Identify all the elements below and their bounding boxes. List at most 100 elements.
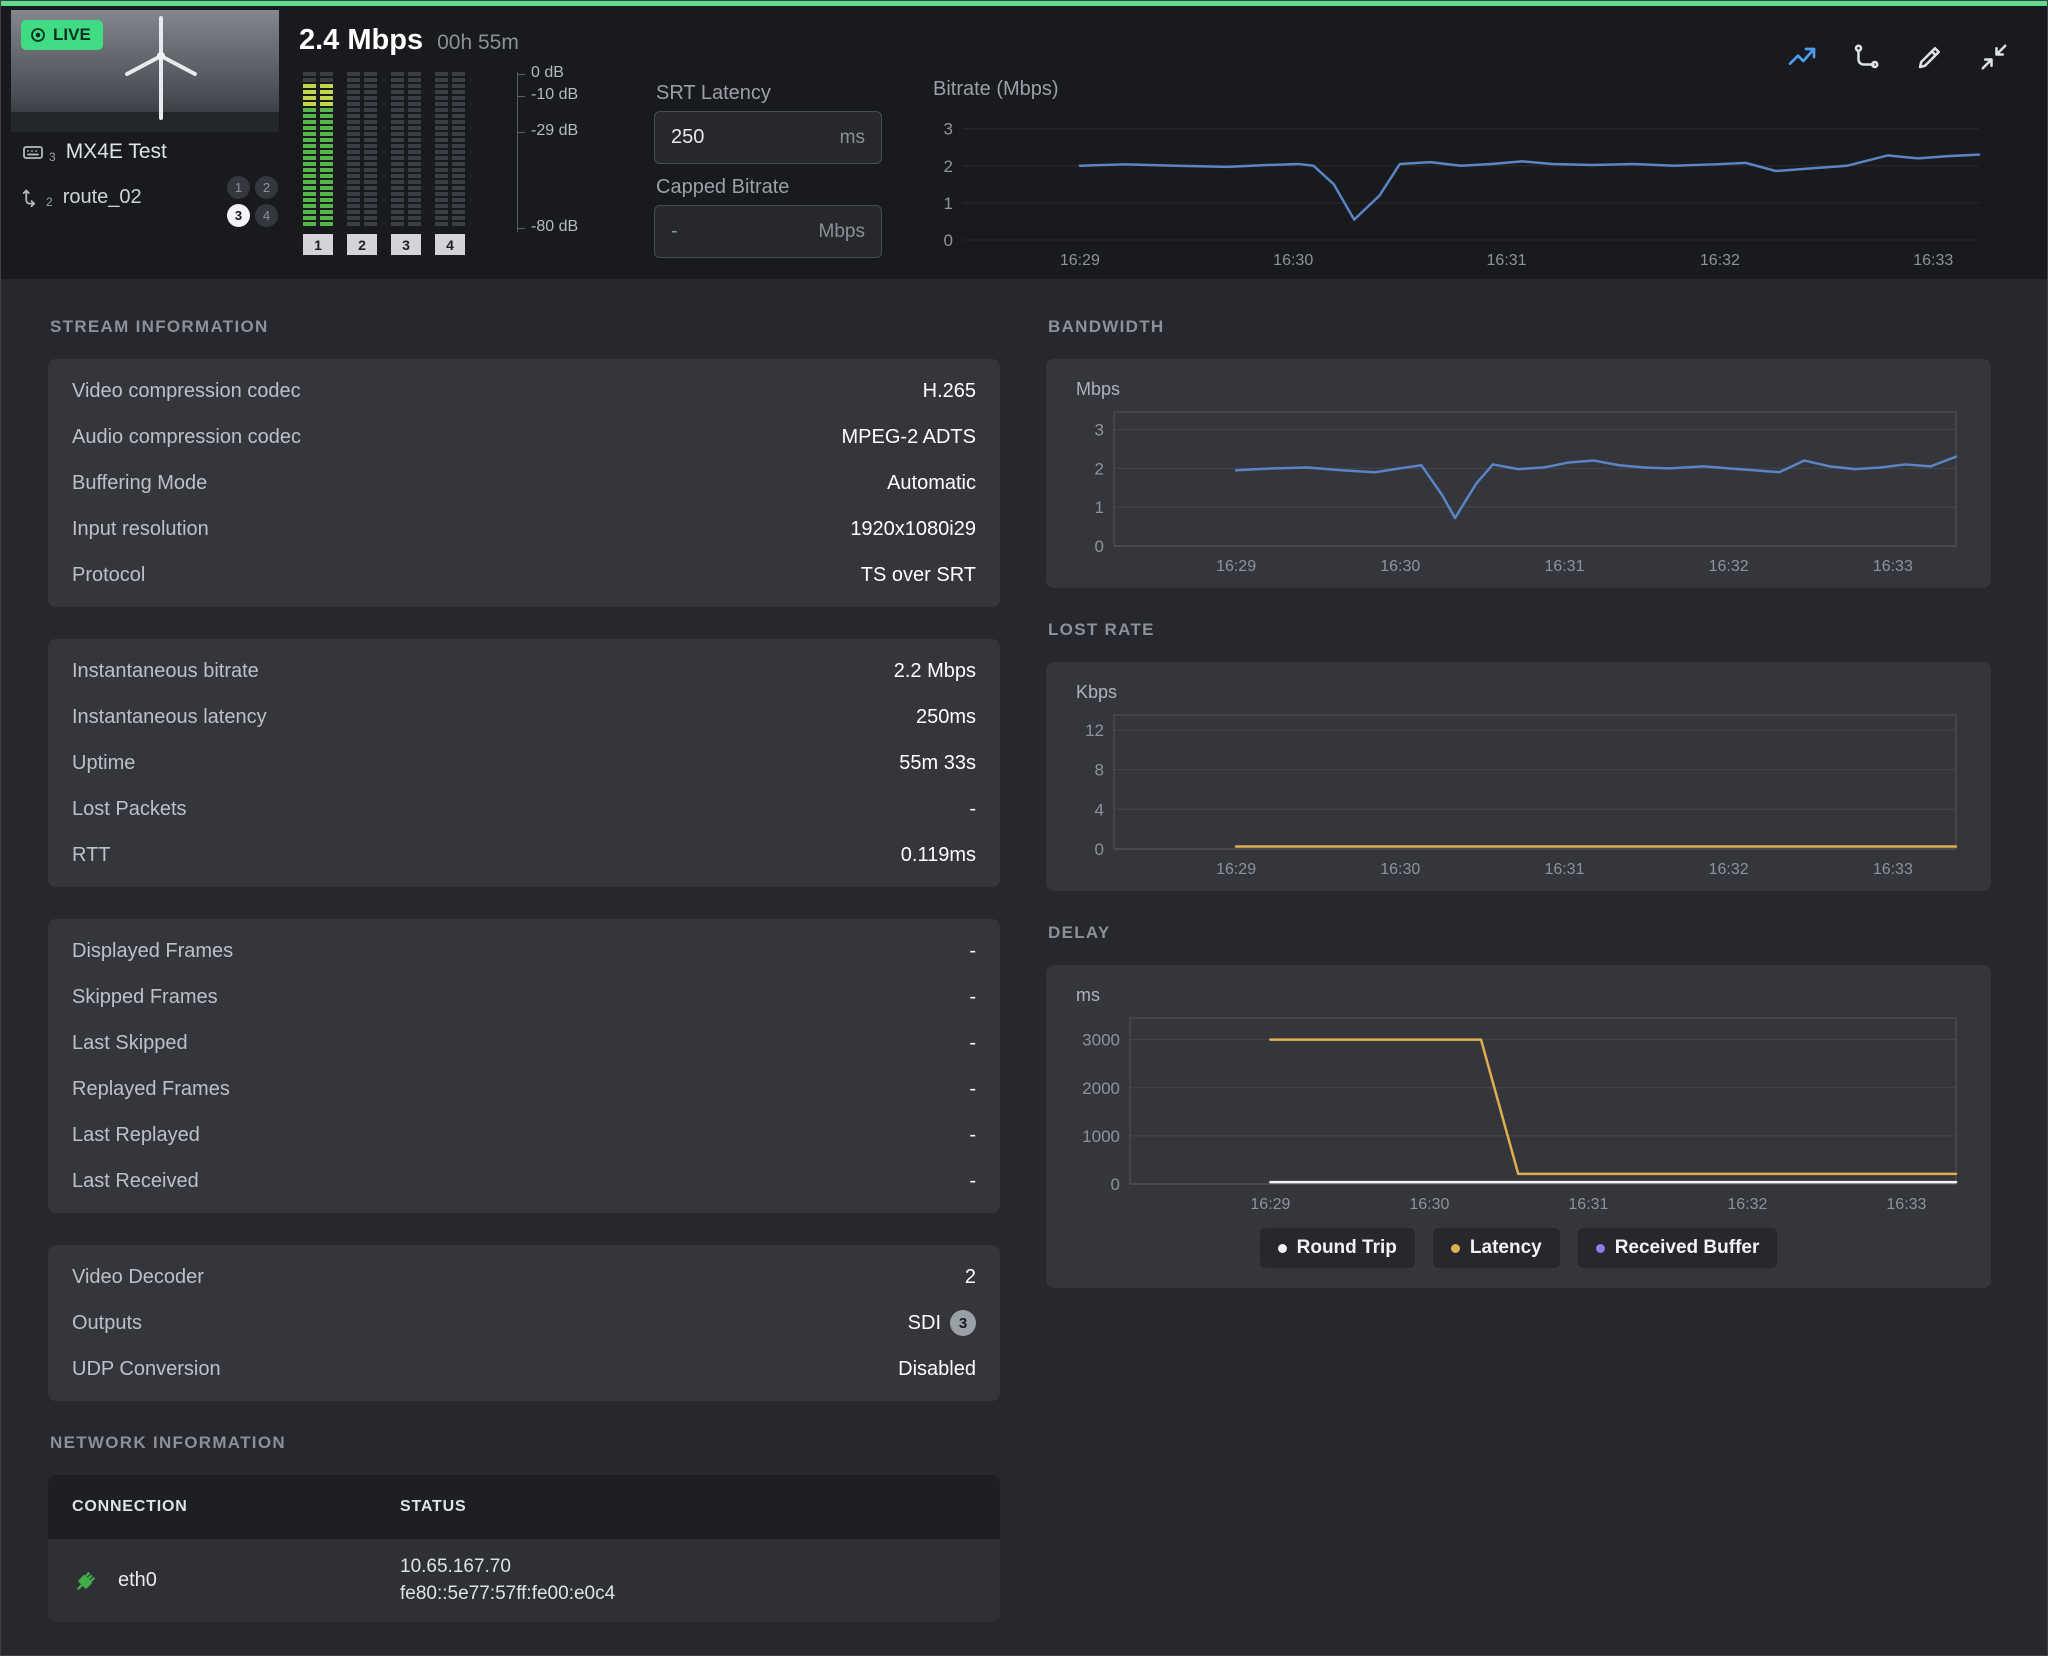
- svg-text:16:30: 16:30: [1380, 861, 1420, 878]
- meter-channel-tab-2[interactable]: 2: [347, 234, 377, 255]
- stream-info-codec-card: Video compression codec H.265 Audio comp…: [48, 359, 1000, 607]
- db-label-0: 0 dB: [531, 64, 564, 82]
- svg-text:12: 12: [1085, 721, 1104, 740]
- route-badge-4[interactable]: 4: [255, 204, 278, 227]
- info-row: Replayed Frames -: [72, 1066, 976, 1112]
- info-label: Protocol: [72, 564, 145, 587]
- info-label: Buffering Mode: [72, 472, 207, 495]
- meter-bar: [320, 68, 333, 226]
- route-badge-2[interactable]: 2: [255, 176, 278, 199]
- svg-text:3000: 3000: [1082, 1031, 1120, 1050]
- meter-channel-tab-4[interactable]: 4: [435, 234, 465, 255]
- db-tick-0: [517, 74, 525, 75]
- info-label: Input resolution: [72, 518, 209, 541]
- route-icon: [21, 187, 42, 208]
- info-row: Audio compression codec MPEG-2 ADTS: [72, 414, 976, 460]
- route-output-badges: 1 2 3 4: [227, 176, 278, 227]
- svg-text:16:32: 16:32: [1709, 861, 1749, 878]
- statistics-chart-button[interactable]: [1785, 40, 1819, 74]
- info-value: -: [969, 1124, 976, 1147]
- decoder-icon: [21, 140, 45, 164]
- lost-rate-chart: 0481216:2916:3016:3116:3216:33: [1068, 707, 1968, 883]
- info-row: Instantaneous bitrate 2.2 Mbps: [72, 648, 976, 694]
- route-row[interactable]: 2 route_02: [21, 186, 142, 209]
- info-row: Lost Packets -: [72, 786, 976, 832]
- collapse-icon: [1979, 42, 2009, 72]
- svg-text:3: 3: [1095, 420, 1104, 439]
- lost-rate-card: Kbps 0481216:2916:3016:3116:3216:33: [1046, 662, 1991, 891]
- live-broadcast-icon: [29, 26, 47, 44]
- meter-channel-tab-3[interactable]: 3: [391, 234, 421, 255]
- source-row[interactable]: 3 MX4E Test: [21, 140, 167, 164]
- legend-round-trip[interactable]: Round Trip: [1260, 1228, 1415, 1268]
- meter-bar: [303, 68, 316, 226]
- collapse-button[interactable]: [1977, 40, 2011, 74]
- info-label: Last Skipped: [72, 1032, 188, 1055]
- live-badge: LIVE: [21, 20, 103, 50]
- svg-text:16:29: 16:29: [1250, 1196, 1290, 1213]
- srt-latency-input[interactable]: 250 ms: [654, 111, 882, 164]
- info-row: Protocol TS over SRT: [72, 552, 976, 598]
- info-label: RTT: [72, 844, 111, 867]
- meter-bar: [347, 68, 360, 226]
- capped-bitrate-value: -: [671, 220, 678, 243]
- info-value: 1920x1080i29: [850, 518, 976, 541]
- info-value: Disabled: [898, 1358, 976, 1381]
- svg-text:4: 4: [1095, 800, 1104, 819]
- edit-button[interactable]: [1913, 40, 1947, 74]
- info-value: -: [969, 940, 976, 963]
- capped-bitrate-input[interactable]: - Mbps: [654, 205, 882, 258]
- info-row: Outputs SDI3: [72, 1300, 976, 1346]
- svg-text:16:30: 16:30: [1380, 558, 1420, 575]
- legend-latency[interactable]: Latency: [1433, 1228, 1560, 1268]
- live-label: LIVE: [53, 25, 91, 45]
- srt-latency-label: SRT Latency: [656, 82, 771, 105]
- info-value: 55m 33s: [899, 752, 976, 775]
- latency-dot: [1451, 1244, 1460, 1253]
- ethernet-plug-icon: [72, 1567, 100, 1595]
- video-preview-thumbnail[interactable]: LIVE: [11, 10, 279, 132]
- delay-unit: ms: [1076, 985, 1969, 1006]
- info-label: Skipped Frames: [72, 986, 218, 1009]
- srt-latency-unit: ms: [840, 127, 865, 149]
- delay-title: DELAY: [1048, 923, 1991, 943]
- network-information-title: NETWORK INFORMATION: [50, 1433, 1000, 1453]
- pencil-icon: [1915, 42, 1945, 72]
- header-chart-title: Bitrate (Mbps): [933, 78, 1059, 101]
- latency-label: Latency: [1470, 1237, 1542, 1259]
- svg-text:3: 3: [944, 120, 953, 139]
- srt-latency-value: 250: [671, 126, 704, 149]
- current-bitrate-value: 2.4 Mbps: [299, 24, 423, 56]
- route-config-button[interactable]: [1849, 40, 1883, 74]
- svg-text:2000: 2000: [1082, 1079, 1120, 1098]
- svg-text:2: 2: [944, 157, 953, 176]
- svg-text:0: 0: [1111, 1175, 1120, 1194]
- bandwidth-card: Mbps 012316:2916:3016:3116:3216:33: [1046, 359, 1991, 588]
- header-panel: LIVE 3 MX4E Test 2 route_02 1 2 3 4 2.4 …: [1, 6, 2047, 279]
- info-row: UDP Conversion Disabled: [72, 1346, 976, 1392]
- info-row: Last Replayed -: [72, 1112, 976, 1158]
- route-badge-1[interactable]: 1: [227, 176, 250, 199]
- db-label-29: -29 dB: [531, 122, 578, 140]
- meter-channel-tab-1[interactable]: 1: [303, 234, 333, 255]
- info-label: Instantaneous bitrate: [72, 660, 259, 683]
- stream-information-title: STREAM INFORMATION: [50, 317, 1000, 337]
- svg-text:16:31: 16:31: [1544, 558, 1584, 575]
- top-accent-bar: [1, 1, 2047, 6]
- svg-text:16:32: 16:32: [1727, 1196, 1767, 1213]
- svg-text:16:33: 16:33: [1873, 861, 1913, 878]
- audio-db-scale: 0 dB -10 dB -29 dB -80 dB: [517, 68, 607, 238]
- svg-text:0: 0: [1095, 537, 1104, 556]
- svg-text:0: 0: [944, 231, 953, 250]
- route-badge-3[interactable]: 3: [227, 204, 250, 227]
- source-name: MX4E Test: [66, 140, 167, 164]
- info-value: 250ms: [916, 706, 976, 729]
- svg-text:16:31: 16:31: [1568, 1196, 1608, 1213]
- meter-bar: [391, 68, 404, 226]
- info-row: Last Skipped -: [72, 1020, 976, 1066]
- info-value: -: [969, 986, 976, 1009]
- svg-text:16:32: 16:32: [1709, 558, 1749, 575]
- svg-text:16:33: 16:33: [1886, 1196, 1926, 1213]
- legend-received-buffer[interactable]: Received Buffer: [1578, 1228, 1778, 1268]
- round-trip-label: Round Trip: [1297, 1237, 1397, 1259]
